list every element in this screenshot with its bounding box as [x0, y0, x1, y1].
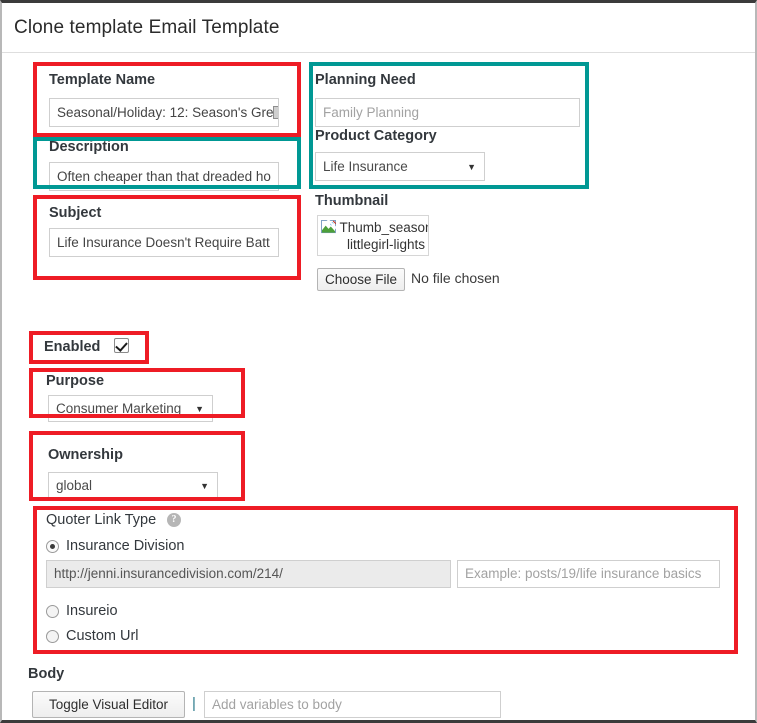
radio-icon-selected[interactable]: [46, 539, 59, 553]
quoter-path-placeholder: Example: posts/19/life insurance basics: [465, 566, 702, 582]
quoter-link-type-label: Quoter Link Type: [46, 512, 157, 528]
thumbnail-alt-text: Thumb_season littlegirl-lights: [338, 219, 429, 253]
radio-insureio[interactable]: Insureio: [46, 603, 118, 619]
product-category-value: Life Insurance: [323, 159, 408, 174]
choose-file-button[interactable]: Choose File: [317, 268, 405, 291]
thumbnail-alt-line2: littlegirl-lights: [346, 237, 426, 252]
ownership-select[interactable]: global ▼: [48, 472, 218, 499]
toggle-visual-editor-button[interactable]: Toggle Visual Editor: [32, 691, 185, 718]
enabled-checkbox[interactable]: [114, 338, 129, 353]
thumbnail-label: Thumbnail: [315, 193, 389, 209]
body-label: Body: [28, 666, 65, 682]
quoter-url-input[interactable]: http://jenni.insurancedivision.com/214/: [46, 560, 451, 588]
text-cursor: [273, 106, 278, 119]
product-category-label: Product Category: [315, 128, 437, 144]
body-variables-input[interactable]: Add variables to body: [204, 691, 501, 718]
thumbnail-preview: Thumb_season littlegirl-lights: [317, 215, 429, 256]
ownership-value: global: [56, 478, 93, 493]
subject-value: Life Insurance Doesn't Require Batt: [57, 234, 270, 250]
chevron-down-icon: ▼: [195, 403, 204, 414]
page-header: Clone template Email Template: [2, 3, 755, 53]
help-icon[interactable]: ?: [167, 513, 181, 527]
separator: |: [192, 695, 196, 712]
radio-custom-url-label: Custom Url: [66, 628, 139, 644]
description-input[interactable]: Often cheaper than that dreaded ho: [49, 162, 279, 191]
enabled-label: Enabled: [44, 339, 101, 355]
template-name-input[interactable]: Seasonal/Holiday: 12: Season's Gre: [49, 98, 279, 127]
clone-email-template-page: Clone template Email Template Template N…: [0, 0, 757, 723]
radio-insureio-label: Insureio: [66, 603, 118, 619]
chevron-down-icon: ▼: [467, 161, 476, 172]
thumbnail-alt-line1: Thumb_season: [339, 220, 429, 235]
broken-image-icon: [321, 220, 336, 234]
description-label: Description: [49, 139, 129, 155]
purpose-label: Purpose: [46, 373, 105, 389]
purpose-value: Consumer Marketing: [56, 401, 182, 416]
radio-insurance-division[interactable]: Insurance Division: [46, 538, 184, 554]
template-name-value: Seasonal/Holiday: 12: Season's Gre: [57, 104, 274, 120]
radio-icon[interactable]: [46, 629, 59, 643]
template-name-label: Template Name: [49, 72, 156, 88]
radio-custom-url[interactable]: Custom Url: [46, 628, 139, 644]
quoter-url-value: http://jenni.insurancedivision.com/214/: [54, 566, 283, 582]
planning-need-placeholder: Family Planning: [323, 104, 420, 120]
page-title: Clone template Email Template: [14, 17, 280, 38]
product-category-select[interactable]: Life Insurance ▼: [315, 152, 485, 181]
purpose-select[interactable]: Consumer Marketing ▼: [48, 395, 213, 422]
chevron-down-icon: ▼: [200, 480, 209, 491]
description-value: Often cheaper than that dreaded ho: [57, 168, 271, 184]
subject-input[interactable]: Life Insurance Doesn't Require Batt: [49, 228, 279, 257]
planning-need-label: Planning Need: [315, 72, 416, 88]
radio-insurance-division-label: Insurance Division: [66, 538, 185, 554]
body-variables-placeholder: Add variables to body: [212, 696, 342, 712]
radio-icon[interactable]: [46, 604, 59, 618]
quoter-path-input[interactable]: Example: posts/19/life insurance basics: [457, 560, 720, 588]
ownership-label: Ownership: [48, 447, 123, 463]
subject-label: Subject: [49, 205, 102, 221]
no-file-chosen-text: No file chosen: [411, 270, 500, 286]
planning-need-input[interactable]: Family Planning: [315, 98, 580, 127]
